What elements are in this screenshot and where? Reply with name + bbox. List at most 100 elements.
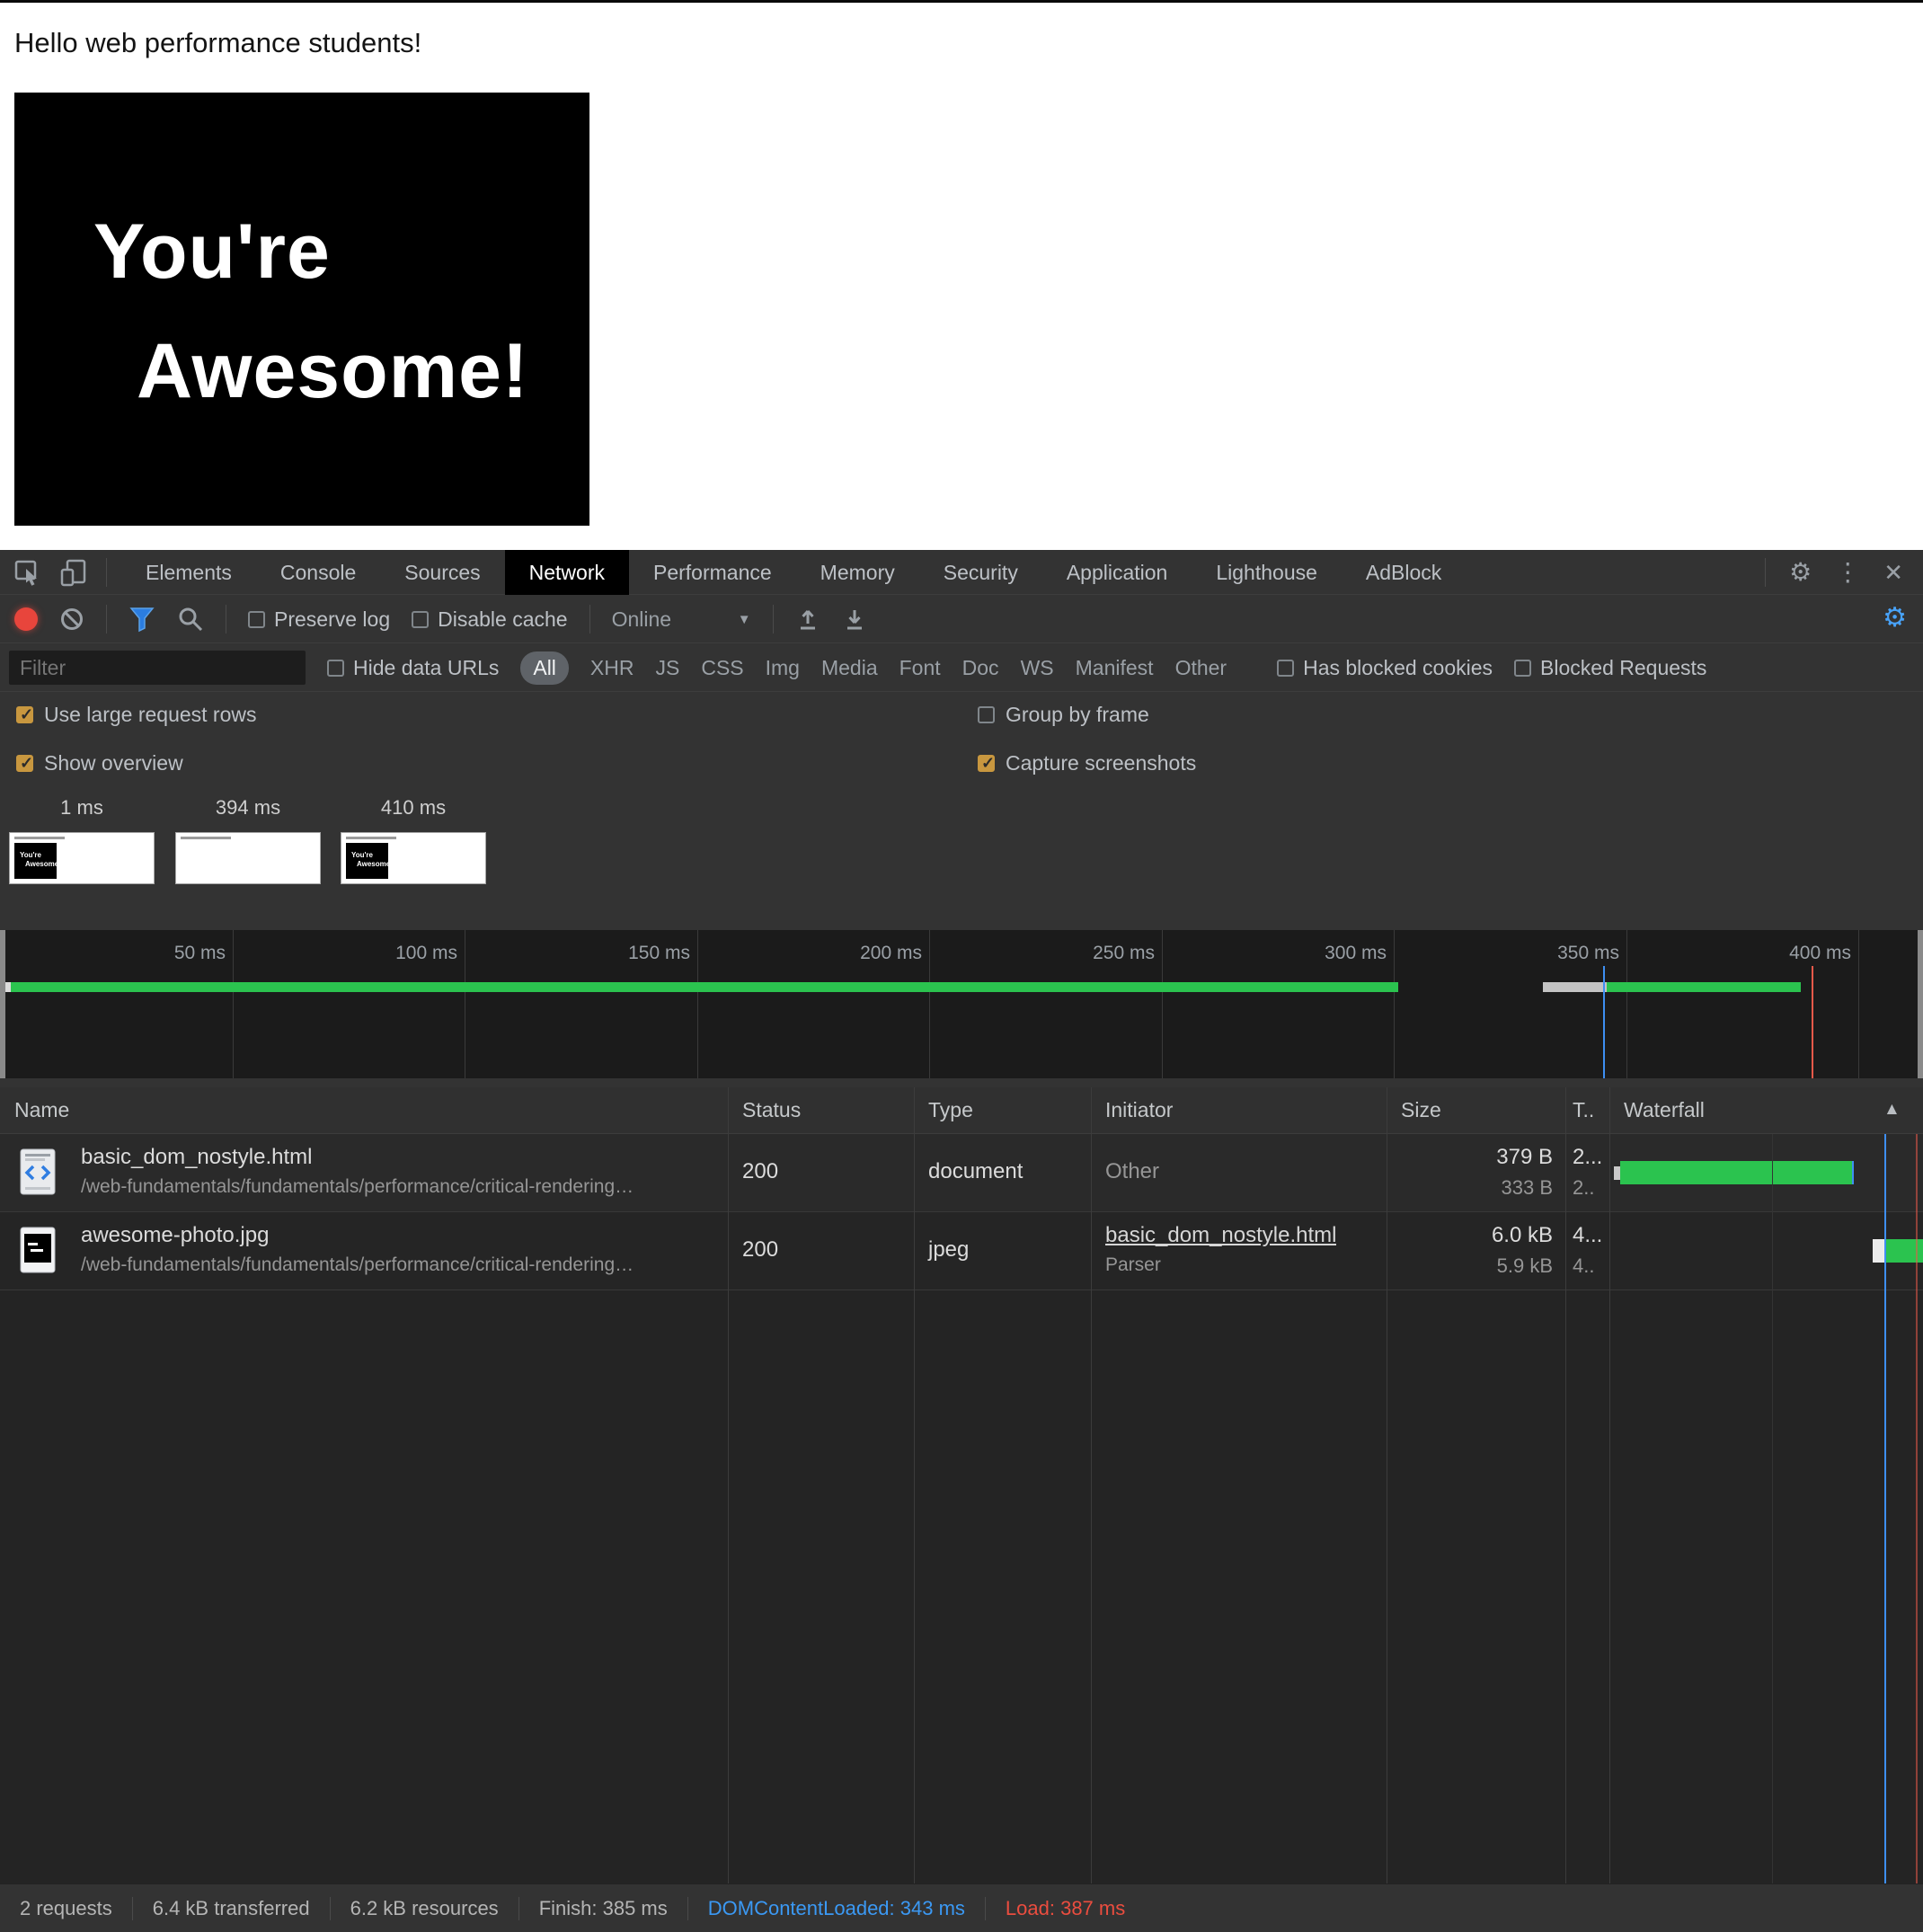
- column-header-time[interactable]: T..: [1573, 1098, 1594, 1122]
- filter-input[interactable]: [9, 651, 306, 685]
- blocked-requests-checkbox[interactable]: [1514, 660, 1531, 677]
- capture-screenshots-checkbox[interactable]: [978, 755, 995, 772]
- network-overview[interactable]: 50 ms 100 ms 150 ms 200 ms 250 ms 300 ms…: [0, 930, 1923, 1078]
- device-toolbar-icon[interactable]: [59, 557, 90, 588]
- overview-bar-jpeg: [1607, 982, 1801, 992]
- request-row-html[interactable]: basic_dom_nostyle.html /web-fundamentals…: [0, 1134, 1923, 1212]
- status-resources: 6.2 kB resources: [330, 1897, 518, 1920]
- filter-type-js[interactable]: JS: [655, 656, 679, 680]
- tab-adblock[interactable]: AdBlock: [1342, 550, 1466, 595]
- tab-performance[interactable]: Performance: [629, 550, 796, 595]
- tab-sources[interactable]: Sources: [380, 550, 504, 595]
- thumb-text-line: [14, 837, 65, 839]
- clear-icon[interactable]: [59, 607, 84, 632]
- request-name[interactable]: awesome-photo.jpg: [81, 1223, 269, 1248]
- filmstrip-time-2: 394 ms: [175, 796, 321, 820]
- export-har-icon[interactable]: [842, 606, 867, 633]
- use-large-request-rows-checkbox[interactable]: [16, 706, 33, 723]
- disable-cache-option[interactable]: Disable cache: [412, 607, 567, 632]
- overview-tick-150ms: 150 ms: [628, 943, 690, 964]
- overview-tick-400ms: 400 ms: [1789, 943, 1851, 964]
- filter-type-img[interactable]: Img: [766, 656, 800, 680]
- column-header-size[interactable]: Size: [1401, 1098, 1441, 1122]
- show-overview-checkbox[interactable]: [16, 755, 33, 772]
- image-file-icon: [20, 1227, 56, 1273]
- overview-load-line: [1812, 966, 1813, 1078]
- throttling-select[interactable]: Online ▼: [612, 607, 751, 632]
- tab-application[interactable]: Application: [1042, 550, 1192, 595]
- preserve-log-checkbox[interactable]: [248, 611, 265, 628]
- tab-memory[interactable]: Memory: [796, 550, 919, 595]
- request-initiator-link[interactable]: basic_dom_nostyle.html: [1105, 1223, 1336, 1248]
- overview-left-handle[interactable]: [0, 930, 5, 1078]
- capture-screenshots-option[interactable]: Capture screenshots: [978, 751, 1196, 775]
- hero-text-line2: Awesome!: [137, 327, 589, 416]
- record-button[interactable]: [14, 607, 38, 631]
- preserve-log-option[interactable]: Preserve log: [248, 607, 390, 632]
- filter-type-xhr[interactable]: XHR: [590, 656, 634, 680]
- overview-tick-250ms: 250 ms: [1093, 943, 1155, 964]
- column-divider[interactable]: [1609, 1087, 1610, 1883]
- sort-ascending-icon[interactable]: ▲: [1883, 1100, 1901, 1120]
- waterfall-bar-html[interactable]: [1620, 1161, 1852, 1184]
- request-path: /web-fundamentals/fundamentals/performan…: [81, 1176, 634, 1198]
- toolbar-separator: [1765, 558, 1766, 587]
- hide-data-urls-checkbox[interactable]: [327, 660, 344, 677]
- filmstrip-time-1: 1 ms: [9, 796, 155, 820]
- overview-right-handle[interactable]: [1918, 930, 1923, 1078]
- filmstrip-thumbnail-2[interactable]: [175, 832, 321, 884]
- network-settings-gear-icon[interactable]: ⚙: [1883, 605, 1907, 632]
- has-blocked-cookies-checkbox[interactable]: [1277, 660, 1294, 677]
- close-devtools-icon[interactable]: ✕: [1883, 561, 1903, 584]
- has-blocked-cookies-option[interactable]: Has blocked cookies: [1277, 656, 1493, 680]
- tab-elements[interactable]: Elements: [121, 550, 256, 595]
- request-size-transferred: 379 B: [1496, 1145, 1553, 1170]
- filter-type-media[interactable]: Media: [821, 656, 878, 680]
- more-options-icon[interactable]: ⋮: [1835, 560, 1860, 585]
- tab-console[interactable]: Console: [256, 550, 380, 595]
- blocked-requests-option[interactable]: Blocked Requests: [1514, 656, 1706, 680]
- filter-type-manifest[interactable]: Manifest: [1076, 656, 1154, 680]
- disable-cache-checkbox[interactable]: [412, 611, 429, 628]
- filter-type-ws[interactable]: WS: [1021, 656, 1054, 680]
- filmstrip-thumbnail-3[interactable]: You're Awesome!: [341, 832, 486, 884]
- filter-type-font[interactable]: Font: [899, 656, 941, 680]
- request-type: document: [928, 1159, 1023, 1184]
- column-header-initiator[interactable]: Initiator: [1105, 1098, 1173, 1122]
- hide-data-urls-option[interactable]: Hide data URLs: [327, 656, 499, 680]
- column-header-waterfall[interactable]: Waterfall: [1624, 1098, 1705, 1122]
- tab-lighthouse[interactable]: Lighthouse: [1192, 550, 1342, 595]
- toolbar-separator: [106, 605, 107, 634]
- column-divider[interactable]: [728, 1087, 729, 1883]
- filter-type-all[interactable]: All: [520, 651, 569, 685]
- html-file-icon: [20, 1148, 56, 1195]
- column-header-status[interactable]: Status: [742, 1098, 801, 1122]
- use-large-request-rows-option[interactable]: Use large request rows: [16, 703, 257, 727]
- group-by-frame-checkbox[interactable]: [978, 706, 995, 723]
- column-divider[interactable]: [1565, 1087, 1566, 1883]
- request-row-jpeg[interactable]: awesome-photo.jpg /web-fundamentals/fund…: [0, 1212, 1923, 1290]
- tab-network[interactable]: Network: [505, 550, 629, 595]
- settings-gear-icon[interactable]: ⚙: [1789, 560, 1812, 585]
- filter-funnel-icon[interactable]: [128, 606, 155, 633]
- request-initiator: Other: [1105, 1159, 1159, 1184]
- status-domcontentloaded: DOMContentLoaded: 343 ms: [687, 1897, 985, 1920]
- filter-type-other[interactable]: Other: [1175, 656, 1227, 680]
- filter-type-doc[interactable]: Doc: [962, 656, 999, 680]
- group-by-frame-option[interactable]: Group by frame: [978, 703, 1149, 727]
- search-icon[interactable]: [177, 606, 204, 633]
- tab-security[interactable]: Security: [919, 550, 1042, 595]
- column-divider[interactable]: [914, 1087, 915, 1883]
- column-header-name[interactable]: Name: [14, 1098, 69, 1122]
- filter-type-css[interactable]: CSS: [701, 656, 743, 680]
- column-header-type[interactable]: Type: [928, 1098, 973, 1122]
- requests-table-header: Name Status Type Initiator Size T.. Wate…: [0, 1087, 1923, 1134]
- request-name[interactable]: basic_dom_nostyle.html: [81, 1145, 312, 1170]
- import-har-icon[interactable]: [795, 606, 820, 633]
- inspect-element-icon[interactable]: [13, 557, 43, 588]
- show-overview-option[interactable]: Show overview: [16, 751, 183, 775]
- column-divider[interactable]: [1091, 1087, 1092, 1883]
- network-filter-row: Hide data URLs All XHR JS CSS Img Media …: [0, 644, 1923, 692]
- filmstrip-thumbnail-1[interactable]: You're Awesome!: [9, 832, 155, 884]
- overview-tick-100ms: 100 ms: [395, 943, 457, 964]
